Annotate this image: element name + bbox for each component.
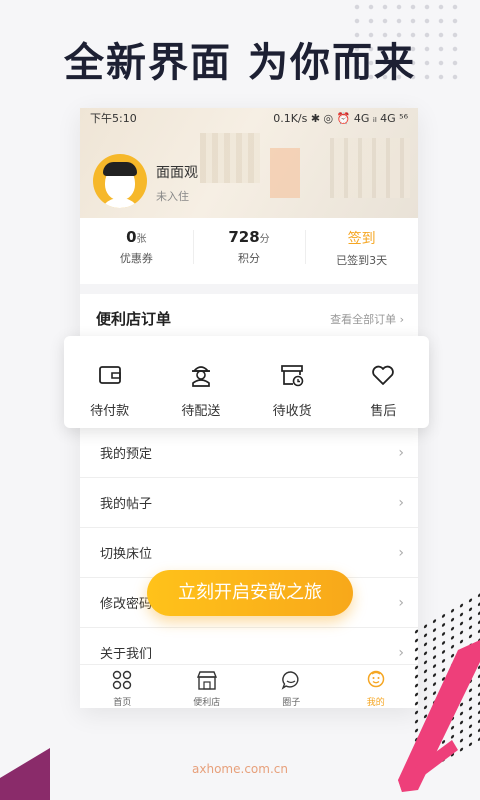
menu-item-label: 切换床位	[100, 547, 153, 562]
checkin-button[interactable]: 签到	[305, 228, 418, 248]
banner-decor	[330, 138, 410, 198]
menu-item-reservations[interactable]: 我的预定 ›	[80, 428, 418, 478]
points-count: 728	[228, 228, 260, 246]
order-pending-payment[interactable]: 待付款	[64, 336, 155, 428]
settings-menu: 我的预定 › 我的帖子 › 切换床位 › 修改密码 › 关于我们 ›	[80, 428, 418, 678]
orders-header: 便利店订单 查看全部订单 ›	[96, 308, 404, 329]
order-pending-receipt[interactable]: 待收货	[247, 336, 338, 428]
tab-label: 圈子	[282, 698, 301, 708]
status-bar: 下午5:10 0.1K/s ✱ ◎ ⏰ 4G ᵢₗ 4G ⁵⁶	[80, 108, 418, 128]
orders-title: 便利店订单	[96, 310, 172, 328]
banner-decor	[200, 133, 260, 183]
chevron-right-icon: ›	[398, 594, 404, 611]
user-name[interactable]: 面面观	[156, 162, 198, 182]
points-unit: 分	[259, 234, 270, 245]
wallet-icon	[98, 366, 121, 384]
coupon-unit: 张	[136, 234, 147, 245]
stat-checkin[interactable]: 签到 已签到3天	[305, 220, 418, 276]
order-after-sales[interactable]: 售后	[338, 336, 429, 428]
order-status-label: 待收货	[272, 404, 312, 419]
menu-item-label: 关于我们	[100, 647, 153, 662]
points-label: 积分	[238, 252, 260, 265]
order-status-label: 待配送	[181, 404, 221, 419]
menu-item-label: 我的预定	[100, 447, 153, 462]
heart-icon	[372, 365, 395, 385]
decorative-pink-stripe	[398, 640, 480, 792]
coupon-label: 优惠券	[119, 252, 153, 265]
courier-icon	[191, 366, 210, 387]
tab-label: 首页	[113, 698, 132, 708]
stats-row: 0张 优惠券 728分 积分 签到 已签到3天	[80, 220, 418, 276]
chevron-right-icon: ›	[398, 544, 404, 561]
stat-points[interactable]: 728分 积分	[192, 220, 306, 276]
coupon-count: 0	[126, 228, 137, 246]
box-clock-icon	[281, 365, 304, 387]
page-headline: 全新界面 为你而来	[64, 40, 416, 86]
chat-icon	[281, 671, 299, 690]
status-indicators: 0.1K/s ✱ ◎ ⏰ 4G ᵢₗ 4G ⁵⁶	[273, 111, 408, 125]
menu-item-label: 我的帖子	[100, 497, 153, 512]
user-status: 未入住	[156, 190, 189, 203]
chevron-right-icon: ›	[398, 494, 404, 511]
view-all-orders-link[interactable]: 查看全部订单 ›	[330, 311, 404, 327]
tab-home[interactable]: 首页	[80, 665, 165, 708]
tab-label: 便利店	[193, 698, 221, 708]
tab-shop[interactable]: 便利店	[165, 665, 250, 708]
chevron-right-icon: ›	[398, 444, 404, 461]
order-pending-delivery[interactable]: 待配送	[155, 336, 246, 428]
divider	[80, 284, 418, 294]
shop-icon	[196, 671, 217, 690]
tab-circle[interactable]: 圈子	[249, 665, 334, 708]
bottom-tab-bar: 首页 便利店 圈子 我的	[80, 664, 418, 708]
start-journey-button[interactable]: 立刻开启安歆之旅	[147, 570, 353, 616]
order-status-card: 待付款 待配送 待收货 售后	[64, 336, 429, 428]
order-status-label: 售后	[370, 404, 397, 419]
checkin-label: 已签到3天	[336, 254, 388, 267]
stat-coupons[interactable]: 0张 优惠券	[80, 220, 193, 276]
home-grid-icon	[113, 670, 132, 690]
banner-decor	[270, 148, 300, 198]
menu-item-label: 修改密码	[100, 597, 153, 612]
footer-url: axhome.com.cn	[192, 762, 288, 776]
profile-icon	[367, 670, 384, 688]
status-time: 下午5:10	[90, 112, 137, 125]
menu-item-posts[interactable]: 我的帖子 ›	[80, 478, 418, 528]
order-status-label: 待付款	[90, 404, 130, 419]
avatar[interactable]	[93, 154, 147, 208]
